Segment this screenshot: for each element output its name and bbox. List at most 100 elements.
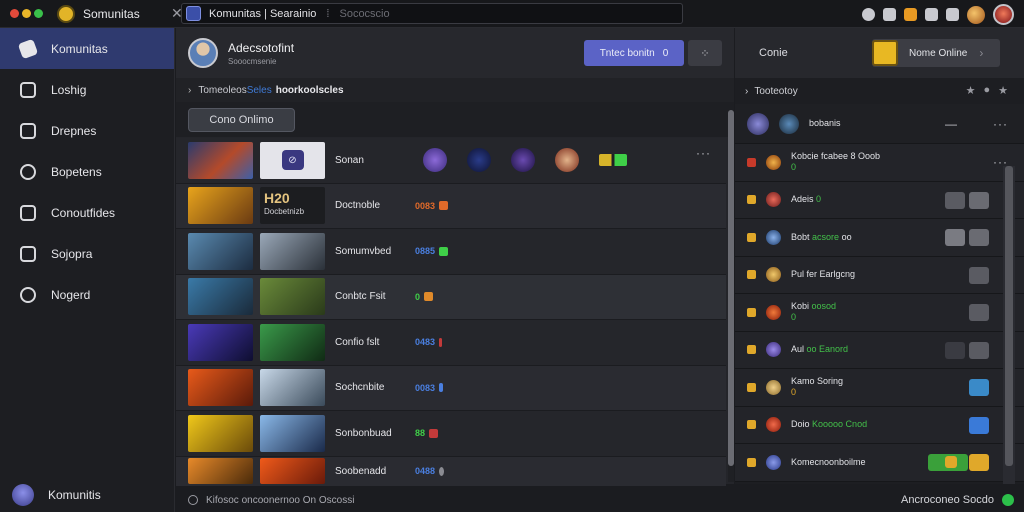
sidebar-item-drepnes[interactable]: Drepnes [0,110,174,151]
table-row[interactable]: ⊘ Sonan ··· [176,138,726,184]
list-item[interactable]: Komecnoonboilme [735,444,1024,482]
game-thumbnail [188,414,253,452]
circle-icon[interactable]: ● [983,84,990,97]
close-dot-icon[interactable] [10,9,19,18]
window-controls[interactable] [10,9,43,18]
main-scrollbar[interactable] [728,110,734,482]
avatar[interactable] [188,38,218,68]
action-button[interactable] [969,304,989,321]
list-item-label: Aul [791,344,805,355]
game-thumbnail [188,232,253,270]
list-item[interactable]: bobanis — ··· [735,104,1024,144]
options-button[interactable]: ⁘ [688,40,722,66]
check-icon [17,38,39,59]
sidebar-item-conoutfides[interactable]: Conoutfides [0,192,174,233]
bell-icon[interactable] [946,8,959,21]
sidebar-item-nogerd[interactable]: Nogerd [0,274,174,315]
chevron-right-icon: › [979,46,984,60]
list-item-status: Kooooo Cnod [812,419,868,430]
list-item[interactable]: Kobi oosod 0 [735,294,1024,332]
star-icon[interactable]: ★ [966,84,976,97]
user-avatar[interactable] [967,5,985,24]
breadcrumb-item[interactable]: Seles [247,85,272,96]
table-row[interactable]: H20 Docbetnizb Doctnoble 0083 [176,183,726,229]
action-button[interactable] [969,266,989,284]
action-button[interactable] [945,229,965,246]
list-item[interactable]: Kobcie fcabee 8 Ooob 0 ··· [735,144,1024,182]
row-name: Somumvbed [335,245,392,257]
more-icon[interactable]: ··· [696,146,711,160]
star-outline-icon[interactable]: ★ [998,84,1008,97]
list-item[interactable]: Pul fer Earlgcng [735,256,1024,294]
table-row[interactable]: Soobenadd 0488 [176,456,726,487]
status-badge [429,428,439,438]
sidebar-footer[interactable]: Komunitis [0,478,175,512]
status-badge [439,466,445,476]
action-button[interactable] [969,229,989,246]
info-icon [188,495,198,505]
action-button[interactable] [969,341,989,359]
minus-icon[interactable]: — [945,117,957,131]
list-item[interactable]: Adeis 0 [735,181,1024,219]
action-button[interactable] [969,379,989,396]
list-item[interactable]: Bobt acsore oo [735,219,1024,257]
game-title-thumbnail: H20 Docbetnizb [260,187,325,225]
list-item-label: Kobi [791,301,810,312]
sidebar-item-bopetens[interactable]: Bopetens [0,151,174,192]
bookmark-icon[interactable] [904,8,917,21]
list-item-sub: 0 [791,162,797,173]
game-subtitle: Docbetnizb [264,207,305,217]
sidebar-item-komunitas[interactable]: Komunitas [0,28,174,69]
sidebar-item-loshig[interactable]: Loshig [0,69,174,110]
right-scrollbar[interactable] [1003,166,1015,484]
sidebar-item-sojopra[interactable]: Sojopra [0,233,174,274]
list-item-sub: 0 [791,312,797,323]
avatar [12,484,34,506]
shield-icon [423,148,447,173]
online-dropdown[interactable]: Nome Online › [872,39,1000,67]
search-input[interactable]: Komunitas | Searainio [209,8,316,20]
list-item[interactable]: Doio Kooooo Cnod [735,406,1024,444]
action-button[interactable] [969,416,989,434]
tab-online[interactable]: Cono Onlimo [188,107,295,132]
online-icon [872,40,898,66]
row-name: Sonbonbuad [335,427,392,439]
main-panel: Adecsotofint Sooocmsenie Tntec bonitn 0 … [176,28,734,487]
table-row[interactable]: Sochcnbite 0083 [176,365,726,411]
more-icon[interactable]: ··· [993,117,1008,131]
list-item-tail: oo [841,231,852,242]
maximize-dot-icon[interactable] [34,9,43,18]
status-badge [599,154,627,167]
table-row[interactable]: Conbtc Fsit 0 [176,274,726,320]
table-row[interactable]: Confio fslt 0483 [176,320,726,366]
list-item-text: Kamo Soring 0 [791,376,843,398]
table-row[interactable]: Sonbonbuad 88 [176,411,726,457]
list-item[interactable]: Aul oo Eanord [735,331,1024,369]
minimize-dot-icon[interactable] [22,9,31,18]
game-thumbnail [260,278,325,316]
table-row[interactable]: Somumvbed 0885 [176,229,726,275]
scrollbar-thumb[interactable] [728,110,734,466]
grid-icon[interactable] [925,8,938,21]
scrollbar-thumb[interactable] [1005,166,1013,466]
breadcrumb-item[interactable]: Tomeoleos [198,85,246,96]
member-avatars [423,148,627,173]
list-item-text: Adeis 0 [791,194,821,205]
avatar [766,417,781,433]
avatar [766,379,781,395]
search-bar[interactable]: Komunitas | Searainio ⁞ Sococscio [181,3,683,24]
primary-button[interactable]: Tntec bonitn 0 [584,40,684,66]
list-item[interactable]: Kamo Soring 0 [735,369,1024,407]
action-button[interactable] [945,191,965,209]
action-button[interactable] [969,454,989,471]
action-button[interactable] [945,341,965,359]
profile-avatar[interactable] [993,4,1014,25]
moon-icon[interactable] [862,8,875,21]
gear-icon [20,286,36,303]
face-icon[interactable] [883,8,896,21]
row-value: 0083 [415,383,444,393]
right-subheader: › Tooteotoy ★ ● ★ [735,78,1024,104]
sidebar-footer-label: Komunitis [48,488,101,502]
top-icons [862,4,1014,25]
action-button[interactable] [969,191,989,209]
